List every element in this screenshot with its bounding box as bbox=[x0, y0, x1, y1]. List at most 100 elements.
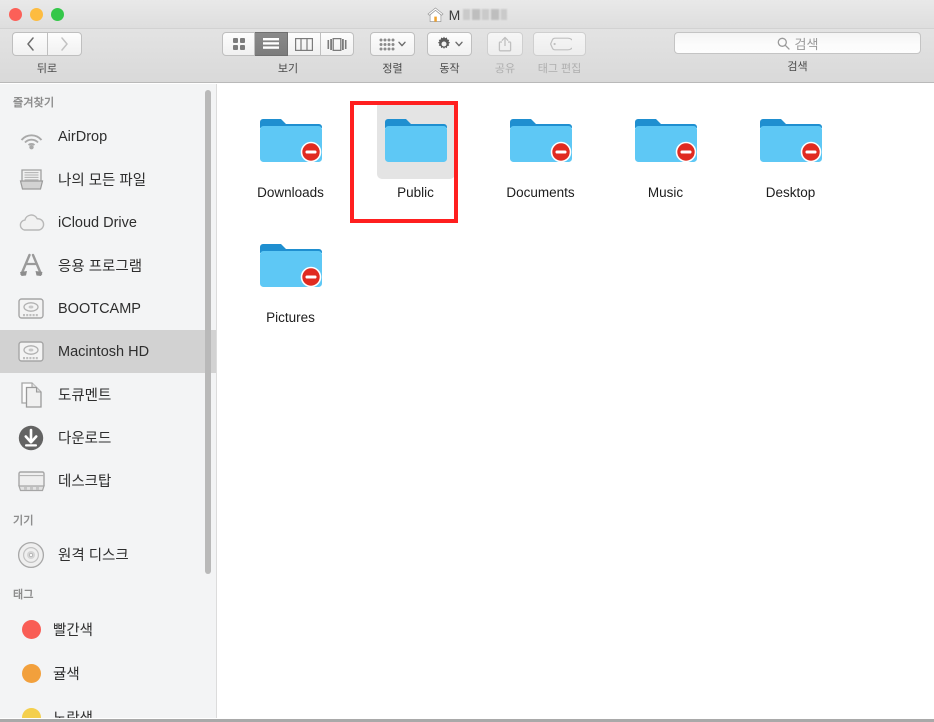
finder-window: M 뒤로 보기 정렬 동작 공유 태그 편집 검색 검색 즐겨찾기 AirDro… bbox=[0, 0, 934, 722]
edit-tags-group: 태그 편집 bbox=[533, 32, 586, 76]
sidebar-item-remote-disc[interactable]: 원격 디스크 bbox=[0, 533, 216, 576]
arrange-grid-icon bbox=[379, 38, 395, 50]
sidebar-item-applications[interactable]: 응용 프로그램 bbox=[0, 244, 216, 287]
arrange-label: 정렬 bbox=[382, 63, 403, 75]
share-button[interactable] bbox=[487, 32, 523, 56]
sidebar-item-label: AirDrop bbox=[58, 128, 108, 145]
sidebar-item-tag-red[interactable]: 빨간색 bbox=[0, 607, 216, 651]
icon-grid: Downloads Public Documents Music Desktop… bbox=[228, 98, 928, 348]
hard-disk-icon bbox=[16, 337, 46, 367]
sidebar-item-macintosh-hd[interactable]: Macintosh HD bbox=[0, 330, 216, 373]
action-button[interactable] bbox=[427, 32, 472, 56]
file-browser-content[interactable]: Downloads Public Documents Music Desktop… bbox=[218, 84, 934, 718]
sidebar-item-label: 귤색 bbox=[53, 666, 80, 683]
file-item-documents[interactable]: Documents bbox=[478, 98, 603, 223]
sidebar-item-label: Macintosh HD bbox=[58, 343, 150, 360]
sidebar-item-all-my-files[interactable]: 나의 모든 파일 bbox=[0, 158, 216, 201]
tag-dot-icon bbox=[22, 663, 41, 683]
no-access-badge bbox=[675, 141, 696, 163]
coverflow-view-button[interactable] bbox=[321, 32, 354, 56]
sidebar-header-tags: 태그 bbox=[13, 589, 34, 601]
columns-icon bbox=[295, 37, 313, 51]
window-title: M bbox=[449, 7, 508, 23]
action-group: 동작 bbox=[427, 32, 472, 76]
icon-view-button[interactable] bbox=[222, 32, 255, 56]
sidebar-item-downloads[interactable]: 다운로드 bbox=[0, 416, 216, 459]
tag-dot-icon bbox=[22, 619, 41, 639]
file-item-public[interactable]: Public bbox=[353, 98, 478, 223]
no-access-badge bbox=[550, 141, 571, 163]
sidebar-item-desktop[interactable]: 데스크탑 bbox=[0, 459, 216, 502]
sidebar-item-label: 도큐멘트 bbox=[58, 388, 112, 404]
list-icon bbox=[263, 37, 279, 49]
redacted-title bbox=[463, 9, 508, 20]
edit-tags-button[interactable] bbox=[533, 32, 586, 56]
file-item-label: Desktop bbox=[765, 185, 816, 200]
coverflow-icon bbox=[327, 37, 347, 51]
view-mode-group: 보기 bbox=[222, 32, 354, 76]
window-title-group: M bbox=[0, 0, 934, 29]
icloud-icon bbox=[16, 208, 46, 238]
file-item-desktop[interactable]: Desktop bbox=[728, 98, 853, 223]
icon-container bbox=[502, 101, 580, 179]
sidebar-item-label: 빨간색 bbox=[53, 622, 94, 639]
title-bar: M bbox=[0, 0, 934, 29]
sidebar-item-icloud-drive[interactable]: iCloud Drive bbox=[0, 201, 216, 244]
column-view-button[interactable] bbox=[288, 32, 321, 56]
action-label: 동작 bbox=[439, 63, 460, 75]
hard-disk-icon bbox=[16, 294, 46, 324]
share-icon bbox=[498, 36, 512, 52]
sidebar-item-tag-yellow[interactable]: 노란색 bbox=[0, 695, 216, 718]
airdrop-icon bbox=[16, 122, 46, 152]
zoom-button[interactable] bbox=[51, 8, 64, 21]
sidebar-item-label: 노란색 bbox=[53, 707, 93, 719]
search-placeholder: 검색 bbox=[794, 36, 819, 52]
chevron-down-icon bbox=[398, 41, 406, 47]
back-button[interactable] bbox=[12, 32, 47, 56]
navigation-group: 뒤로 bbox=[12, 32, 82, 76]
edit-tags-label: 태그 편집 bbox=[537, 63, 582, 75]
no-access-badge bbox=[800, 141, 821, 163]
list-view-button[interactable] bbox=[255, 32, 288, 56]
home-icon bbox=[427, 7, 444, 23]
sidebar-item-documents[interactable]: 도큐멘트 bbox=[0, 373, 216, 416]
sidebar-item-label: 다운로드 bbox=[58, 431, 112, 447]
file-item-downloads[interactable]: Downloads bbox=[228, 98, 353, 223]
sidebar-item-airdrop[interactable]: AirDrop bbox=[0, 115, 216, 158]
folder-icon bbox=[259, 119, 322, 163]
sidebar[interactable]: 즐겨찾기 AirDrop 나의 모든 파일 iCloud Drive 응용 프로… bbox=[0, 84, 217, 718]
applications-icon bbox=[16, 251, 46, 281]
sidebar-item-tag-orange[interactable]: 귤색 bbox=[0, 651, 216, 695]
sidebar-header-devices: 기기 bbox=[13, 515, 34, 527]
sidebar-item-label: 원격 디스크 bbox=[58, 548, 129, 564]
search-input[interactable]: 검색 bbox=[674, 32, 921, 54]
gear-icon bbox=[437, 36, 451, 49]
share-label: 공유 bbox=[494, 63, 516, 75]
folder-icon bbox=[384, 119, 447, 162]
minimize-button[interactable] bbox=[30, 8, 43, 21]
arrange-button[interactable] bbox=[370, 32, 415, 56]
forward-button[interactable] bbox=[47, 32, 82, 56]
no-access-badge bbox=[300, 266, 321, 288]
file-item-music[interactable]: Music bbox=[603, 98, 728, 223]
sidebar-scrollbar[interactable] bbox=[205, 90, 211, 574]
sidebar-item-label: BOOTCAMP bbox=[58, 300, 141, 317]
sidebar-item-label: 데스크탑 bbox=[58, 474, 112, 490]
icon-container bbox=[376, 101, 455, 179]
documents-icon bbox=[16, 380, 46, 410]
file-item-pictures[interactable]: Pictures bbox=[228, 223, 353, 348]
file-item-label: Documents bbox=[506, 185, 575, 200]
remote-disc-icon bbox=[16, 540, 46, 570]
share-group: 공유 bbox=[487, 32, 523, 76]
folder-icon bbox=[759, 119, 822, 163]
close-button[interactable] bbox=[9, 8, 22, 21]
tag-dot-icon bbox=[22, 707, 41, 718]
search-group: 검색 검색 bbox=[674, 32, 921, 74]
sidebar-item-bootcamp[interactable]: BOOTCAMP bbox=[0, 287, 216, 330]
chevron-down-icon bbox=[455, 41, 463, 47]
icon-container bbox=[252, 101, 330, 179]
file-item-label: Pictures bbox=[266, 310, 315, 325]
folder-icon bbox=[634, 119, 697, 163]
view-mode-label: 보기 bbox=[277, 63, 299, 75]
sidebar-item-label: 나의 모든 파일 bbox=[58, 173, 147, 189]
